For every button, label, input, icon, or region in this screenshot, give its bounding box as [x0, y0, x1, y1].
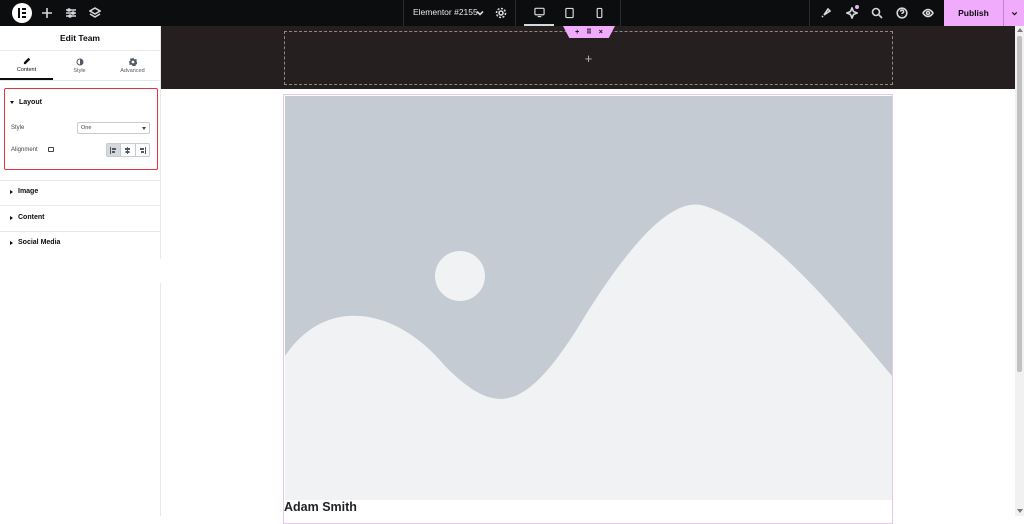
section-title: Content — [18, 214, 45, 221]
desktop-view-button[interactable] — [524, 0, 554, 26]
align-center-icon — [125, 146, 131, 154]
caret-right-icon — [10, 240, 13, 245]
drag-handle-icon[interactable]: ⠿ — [586, 29, 591, 36]
section-header-social-media[interactable]: Social Media — [10, 239, 60, 246]
alignment-control — [106, 143, 150, 157]
section-header-image[interactable]: Image — [10, 188, 38, 195]
add-widget-drop-zone[interactable]: + — [284, 31, 893, 85]
preview-eye-icon[interactable] — [919, 4, 937, 22]
align-left-icon — [110, 146, 117, 154]
divider — [0, 205, 160, 206]
pencil-icon — [23, 57, 30, 65]
section-title: Layout — [19, 99, 42, 106]
tab-content[interactable]: Content — [0, 52, 53, 80]
caret-down-icon — [10, 101, 14, 104]
search-icon[interactable] — [868, 4, 886, 22]
style-select[interactable]: One — [77, 122, 150, 134]
empty-section[interactable]: + + ⠿ × — [161, 26, 1015, 89]
alignment-label: Alignment — [11, 147, 38, 153]
scroll-down-arrow-icon[interactable] — [1017, 509, 1023, 513]
gear-icon — [128, 58, 137, 66]
elementor-logo-icon[interactable] — [12, 3, 32, 23]
caret-down-icon — [142, 127, 146, 130]
rocket-icon[interactable] — [817, 4, 835, 22]
tab-advanced[interactable]: Advanced — [106, 52, 159, 80]
delete-section-icon[interactable]: × — [599, 29, 603, 36]
tablet-icon — [564, 7, 574, 19]
publish-button[interactable]: Publish — [944, 0, 1003, 26]
style-select-value: One — [81, 125, 92, 131]
team-widget[interactable] — [283, 94, 893, 524]
panel-title: Edit Team — [0, 26, 160, 51]
chevron-down-icon[interactable] — [471, 4, 489, 22]
section-header-layout[interactable]: Layout — [10, 99, 42, 106]
tab-style[interactable]: Style — [53, 52, 106, 80]
editor-canvas: + + ⠿ × Adam Smith — [161, 26, 1015, 524]
align-right-button[interactable] — [136, 144, 149, 156]
scrollbar-thumb[interactable] — [1017, 36, 1022, 372]
mobile-view-button[interactable] — [584, 0, 614, 26]
notification-dot — [855, 5, 859, 9]
page-settings-gear-icon[interactable] — [492, 4, 510, 22]
publish-options-button[interactable] — [1003, 0, 1024, 26]
style-label: Style — [11, 125, 25, 131]
tab-label: Advanced — [120, 68, 145, 74]
divider — [0, 231, 160, 232]
divider — [0, 180, 160, 181]
mobile-icon — [596, 7, 602, 19]
align-right-icon — [139, 146, 146, 154]
section-title: Social Media — [18, 239, 61, 246]
separator — [515, 0, 516, 26]
caret-right-icon — [10, 189, 13, 194]
separator — [620, 0, 621, 26]
separator — [403, 0, 404, 26]
team-member-name: Adam Smith — [284, 500, 357, 514]
section-header-content[interactable]: Content — [10, 214, 44, 221]
half-circle-icon — [76, 58, 83, 66]
add-section-icon[interactable]: + — [575, 29, 579, 36]
align-left-button[interactable] — [107, 144, 122, 156]
tab-label: Content — [16, 67, 37, 73]
document-title[interactable]: Elementor #2155 — [413, 7, 478, 17]
caret-right-icon — [10, 215, 13, 220]
image-placeholder — [285, 96, 892, 500]
responsive-desktop-icon[interactable] — [48, 147, 54, 152]
panel-tabs: Content Style Advanced — [0, 52, 160, 80]
top-bar: Elementor #2155 Publish — [0, 0, 1024, 26]
editor-panel: Edit Team Content Style Advanced Layout … — [0, 26, 161, 516]
section-handle[interactable]: + ⠿ × — [563, 26, 615, 38]
help-icon[interactable] — [893, 4, 911, 22]
tab-label: Style — [73, 68, 86, 74]
chevron-down-icon — [1011, 11, 1017, 15]
layers-icon[interactable] — [86, 4, 104, 22]
tablet-view-button[interactable] — [554, 0, 584, 26]
image-placeholder-icon — [285, 96, 892, 500]
separator — [809, 0, 810, 26]
plus-icon[interactable]: + — [585, 52, 593, 65]
desktop-icon — [533, 7, 545, 18]
settings-sliders-icon[interactable] — [62, 4, 80, 22]
align-center-button[interactable] — [121, 144, 136, 156]
add-element-icon[interactable] — [38, 4, 56, 22]
divider — [0, 80, 160, 81]
scroll-up-arrow-icon[interactable] — [1017, 28, 1023, 32]
section-title: Image — [18, 188, 39, 195]
